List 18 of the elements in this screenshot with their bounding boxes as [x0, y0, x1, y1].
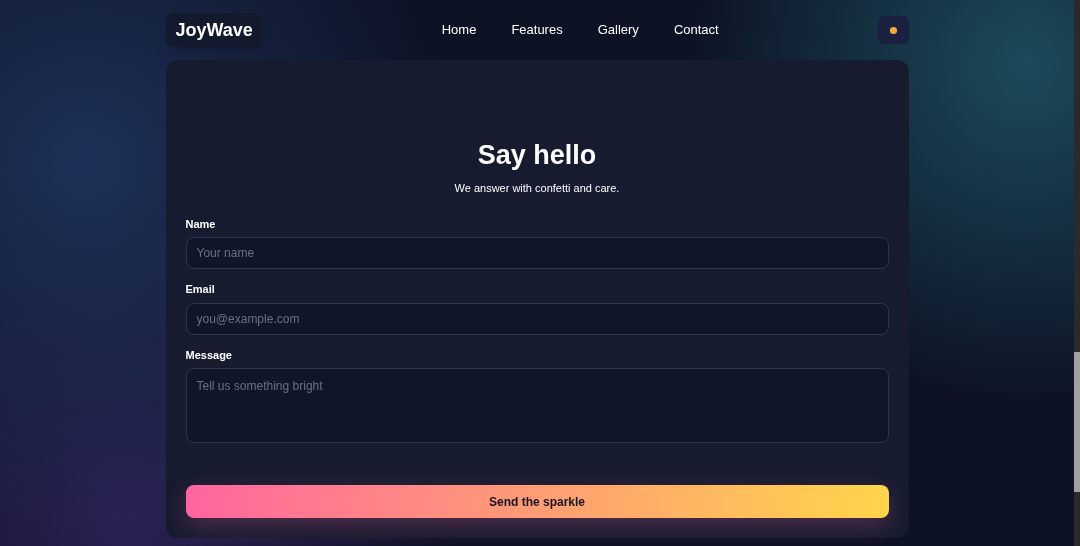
input-field[interactable]: Your name	[185, 237, 889, 269]
input-field[interactable]: you@example.com	[185, 302, 889, 335]
send-button[interactable]: Send the sparkle	[185, 485, 889, 518]
nav-link[interactable]: Home	[441, 20, 477, 40]
sun-icon	[888, 25, 898, 35]
field-label: Name	[185, 216, 217, 232]
form-title: Say hello	[476, 139, 598, 172]
scrollbar-thumb[interactable]	[1074, 352, 1080, 492]
nav-link[interactable]: Contact	[673, 20, 719, 40]
message-field[interactable]: Tell us something bright	[185, 368, 889, 443]
field-label: Email	[185, 282, 216, 297]
theme-toggle-button[interactable]	[877, 16, 909, 44]
nav-link[interactable]: Features	[511, 20, 563, 40]
form-subtitle: We answer with confetti and care.	[453, 181, 621, 196]
scrollbar[interactable]	[1074, 0, 1080, 546]
brand-logo[interactable]: JoyWave	[165, 13, 263, 47]
nav-link[interactable]: Gallery	[597, 20, 639, 40]
field-label: Message	[185, 347, 233, 363]
